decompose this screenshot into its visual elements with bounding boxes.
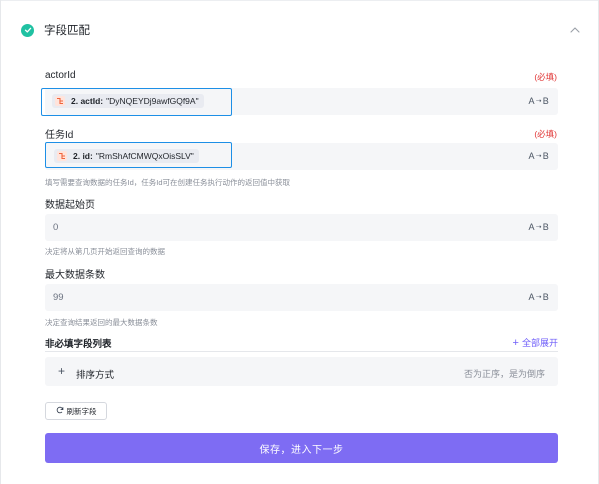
refresh-icon [56, 406, 64, 416]
arrow-right-icon: ➝ [535, 98, 542, 105]
max-rows-label: 最大数据条数 [45, 270, 105, 281]
arrow-right-icon: ➝ [535, 153, 542, 160]
chip-step-label: 2. actId: [71, 96, 104, 106]
max-rows-value: 99 [53, 292, 64, 303]
section-title: 字段匹配 [44, 25, 90, 37]
start-page-value: 0 [53, 222, 59, 233]
sort-order-label: 排序方式 [76, 370, 115, 381]
check-circle-icon [21, 23, 34, 37]
start-page-hint: 决定将从第几页开始返回查询的数据 [45, 247, 165, 256]
arrow-right-icon: ➝ [535, 294, 542, 301]
value-type-toggle[interactable]: A ➝ B [529, 292, 549, 302]
value-type-toggle[interactable]: A ➝ B [529, 151, 549, 161]
step-node-icon [57, 151, 67, 161]
actorid-label: actorId [45, 70, 76, 81]
refresh-label: 刷新字段 [66, 406, 97, 416]
panel-top-border [0, 0, 599, 1]
type-a-label: A [528, 222, 535, 232]
save-next-label: 保存，进入下一步 [259, 444, 344, 456]
refresh-fields-button[interactable]: 刷新字段 [45, 402, 107, 420]
sort-order-description: 否为正序，是为倒序 [463, 369, 545, 379]
actorid-variable-chip[interactable]: 2. actId: "DyNQEYDj9awfGQf9A" [52, 94, 204, 108]
start-page-input[interactable]: 0 A ➝ B [45, 214, 558, 241]
step-node-icon [55, 96, 65, 106]
chip-step-label: 2. id: [73, 151, 93, 161]
section-divider [45, 351, 558, 352]
arrow-right-icon: ➝ [535, 224, 542, 231]
chip-value: "DyNQEYDj9awfGQf9A" [106, 96, 199, 106]
value-type-toggle[interactable]: A ➝ B [529, 96, 549, 106]
sort-order-row[interactable]: + 排序方式 否为正序，是为倒序 [45, 357, 558, 386]
task-id-label: 任务Id [45, 130, 74, 141]
panel-left-border [0, 0, 1, 484]
task-id-variable-chip[interactable]: 2. id: "RmShAfCMWQxOisSLV" [54, 149, 199, 163]
type-b-label: B [542, 292, 549, 302]
value-type-toggle[interactable]: A ➝ B [529, 222, 549, 232]
expand-all-label: 全部展开 [521, 338, 558, 348]
optional-fields-title: 非必填字段列表 [45, 339, 112, 350]
chip-value: "RmShAfCMWQxOisSLV" [95, 151, 194, 161]
type-b-label: B [542, 222, 549, 232]
actorid-required: (必填) [534, 72, 557, 82]
type-a-label: A [528, 292, 535, 302]
plus-icon: + [512, 336, 519, 349]
expand-all-button[interactable]: + 全部展开 [513, 336, 558, 349]
chevron-up-icon[interactable] [568, 23, 582, 37]
task-id-required: (必填) [534, 129, 557, 139]
max-rows-hint: 决定查询结果返回的最大数据条数 [45, 318, 158, 327]
max-rows-input[interactable]: 99 A ➝ B [45, 284, 558, 311]
type-a-label: A [528, 96, 535, 106]
save-next-button[interactable]: 保存，进入下一步 [45, 433, 558, 463]
task-id-hint: 填写需要查询数据的任务Id，任务Id可在创建任务执行动作的返回值中获取 [45, 178, 291, 187]
section-header[interactable]: 字段匹配 [21, 20, 586, 40]
type-b-label: B [542, 96, 549, 106]
type-b-label: B [542, 151, 549, 161]
plus-icon[interactable]: + [58, 365, 65, 377]
type-a-label: A [528, 151, 535, 161]
start-page-label: 数据起始页 [45, 200, 95, 211]
